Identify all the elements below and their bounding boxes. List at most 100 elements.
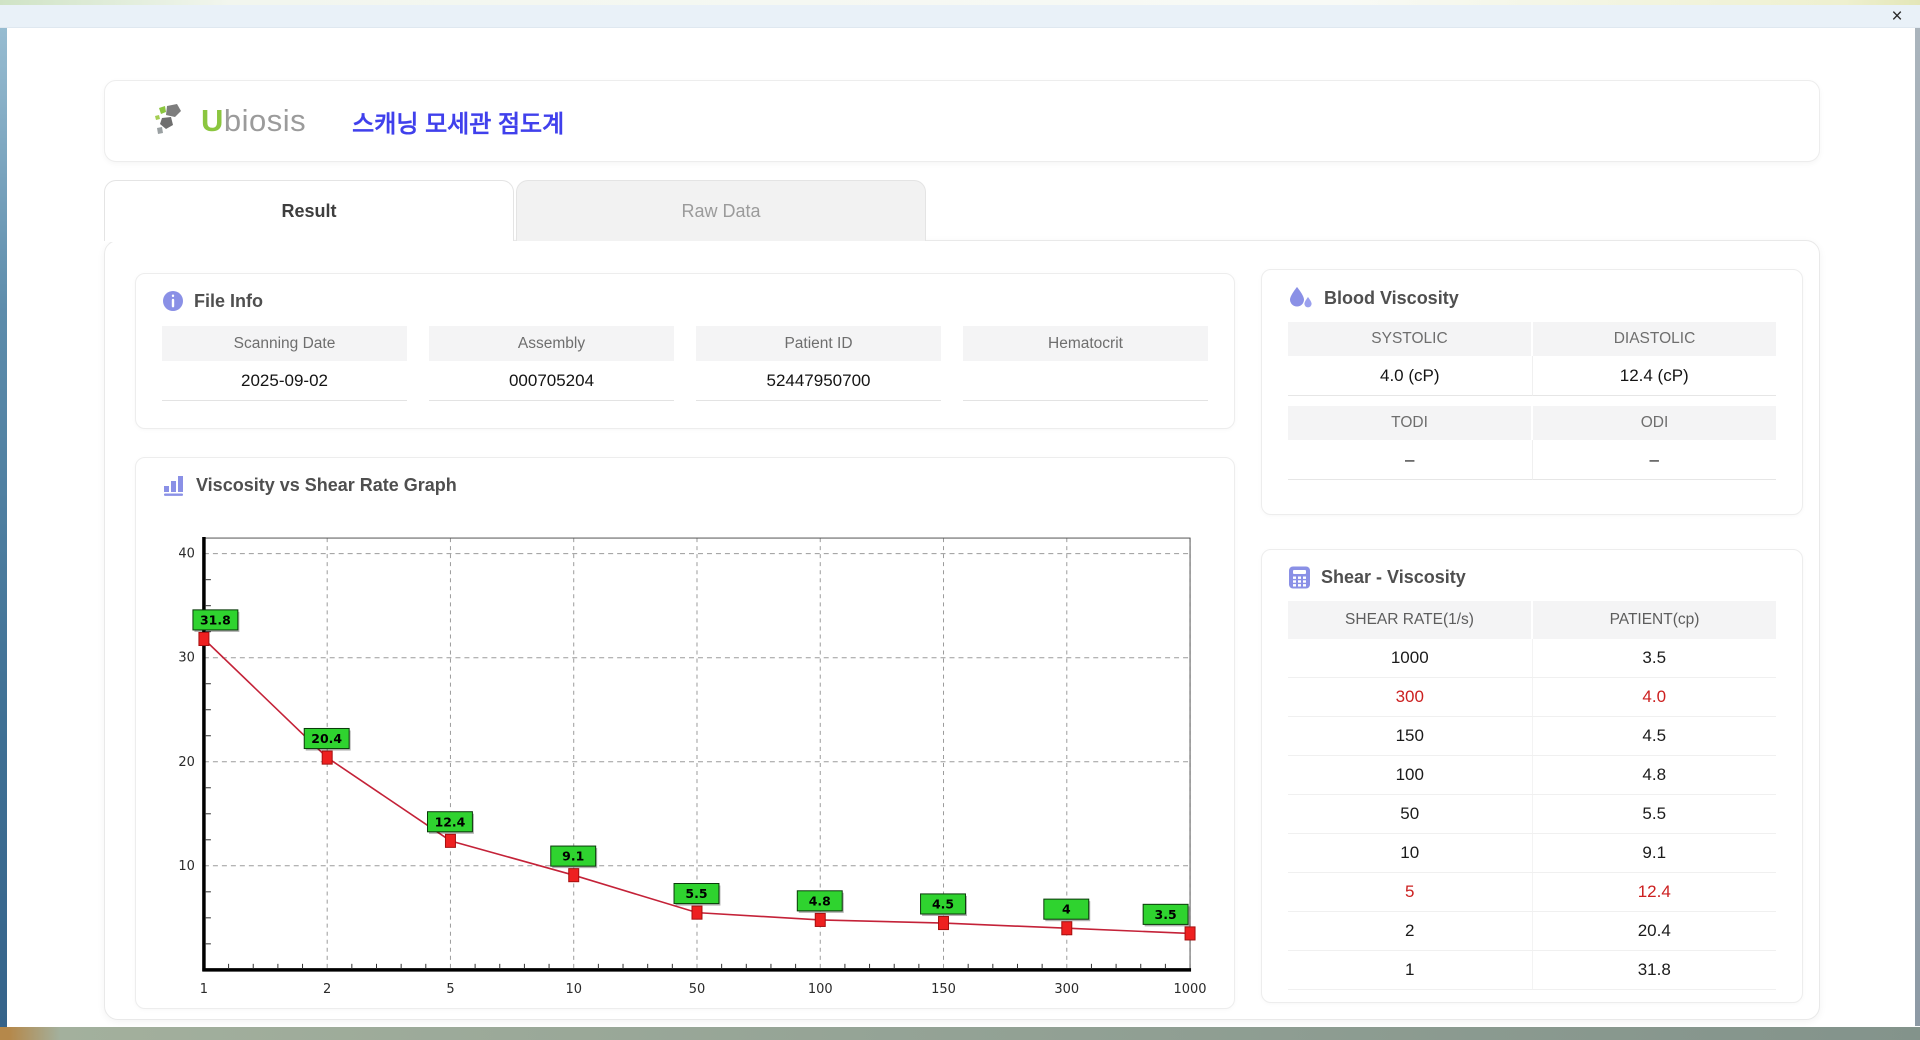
- shear-rate-cell: 1: [1288, 951, 1533, 989]
- shear-rate-cell: 1000: [1288, 639, 1533, 677]
- table-row: 2 20.4: [1288, 912, 1776, 951]
- diastolic-header: DIASTOLIC: [1533, 322, 1776, 356]
- brand-text: Ubiosis: [201, 103, 307, 138]
- svg-text:4.5: 4.5: [932, 896, 954, 911]
- systolic-value: 4.0 (cP): [1288, 356, 1533, 396]
- field-scanning-date: Scanning Date 2025-09-02: [162, 326, 407, 401]
- shear-viscosity-panel: Shear - Viscosity SHEAR RATE(1/s) PATIEN…: [1261, 549, 1803, 1003]
- patient-cell: 9.1: [1642, 843, 1667, 862]
- field-assembly: Assembly 000705204: [429, 326, 674, 401]
- patient-cell: 3.5: [1642, 648, 1667, 667]
- systolic-header: SYSTOLIC: [1288, 322, 1533, 356]
- desktop-edge-right: [1915, 28, 1920, 1026]
- field-value: [963, 361, 1208, 401]
- table-row: 5 12.4: [1288, 873, 1776, 912]
- field-label: Assembly: [429, 326, 674, 361]
- table-row: 100 4.8: [1288, 756, 1776, 795]
- svg-text:31.8: 31.8: [200, 612, 231, 627]
- svg-text:50: 50: [689, 982, 705, 997]
- blood-viscosity-panel: Blood Viscosity SYSTOLIC DIASTOLIC 4.0 (…: [1261, 269, 1803, 515]
- svg-text:12.4: 12.4: [435, 814, 466, 829]
- blood-viscosity-title: Blood Viscosity: [1324, 287, 1459, 308]
- field-label: Hematocrit: [963, 326, 1208, 361]
- patient-cell: 4.0: [1642, 687, 1667, 706]
- table-row: 10 9.1: [1288, 834, 1776, 873]
- table-row: 150 4.5: [1288, 717, 1776, 756]
- svg-text:20: 20: [178, 755, 194, 770]
- app-window: Ubiosis 스캐닝 모세관 점도계 Result Raw Data File…: [7, 28, 1915, 1027]
- field-value: 52447950700: [696, 361, 941, 401]
- patient-cell: 4.8: [1642, 765, 1667, 784]
- shear-rate-cell: 50: [1288, 795, 1533, 833]
- field-value: 2025-09-02: [162, 361, 407, 401]
- odi-header: ODI: [1533, 406, 1776, 440]
- calculator-icon: [1288, 566, 1311, 589]
- app-title: 스캐닝 모세관 점도계: [352, 110, 565, 138]
- main-content: File Info Scanning Date 2025-09-02 Assem…: [104, 240, 1820, 1020]
- patient-cell: 12.4: [1637, 882, 1671, 901]
- ubiosis-logo-icon: [153, 102, 193, 140]
- tab-bar: Result Raw Data: [104, 180, 926, 242]
- table-row: 1000 3.5: [1288, 639, 1776, 678]
- shear-rate-cell: 10: [1288, 834, 1533, 872]
- shear-viscosity-table: SHEAR RATE(1/s) PATIENT(cp) 1000 3.5 300 4.…: [1288, 601, 1776, 990]
- svg-text:1: 1: [200, 982, 208, 997]
- field-value: 000705204: [429, 361, 674, 401]
- close-icon[interactable]: ×: [1880, 5, 1914, 27]
- window-titlebar: ×: [0, 5, 1920, 28]
- info-icon: [162, 290, 184, 312]
- desktop-edge-left: [0, 5, 7, 1027]
- svg-text:30: 30: [178, 651, 194, 666]
- table-row: 50 5.5: [1288, 795, 1776, 834]
- svg-text:10: 10: [178, 859, 194, 874]
- patient-cell: 20.4: [1637, 921, 1671, 940]
- file-info-fields: Scanning Date 2025-09-02 Assembly 000705…: [162, 326, 1208, 401]
- viscosity-chart: 10 20 30 40 1 2 5 10 50 100 150 300 1000 31.8 20.4 12.4…: [162, 524, 1218, 1004]
- field-hematocrit: Hematocrit: [963, 326, 1208, 401]
- blood-drop-icon: [1288, 286, 1314, 310]
- svg-text:4.8: 4.8: [809, 893, 831, 908]
- svg-text:40: 40: [178, 547, 194, 562]
- patient-cell: 5.5: [1642, 804, 1667, 823]
- table-row: 300 4.0: [1288, 678, 1776, 717]
- svg-text:1000: 1000: [1174, 982, 1207, 997]
- patient-cell: 4.5: [1642, 726, 1667, 745]
- tab-result[interactable]: Result: [104, 180, 514, 242]
- svg-text:2: 2: [323, 982, 331, 997]
- file-info-title: File Info: [194, 290, 263, 311]
- patient-column-header: PATIENT(cp): [1533, 601, 1776, 639]
- tab-raw-data[interactable]: Raw Data: [516, 180, 926, 241]
- svg-text:4: 4: [1062, 902, 1071, 917]
- svg-text:3.5: 3.5: [1155, 907, 1177, 922]
- shear-rate-cell: 150: [1288, 717, 1533, 755]
- svg-text:150: 150: [931, 982, 956, 997]
- shear-rate-column-header: SHEAR RATE(1/s): [1288, 601, 1533, 639]
- file-info-panel: File Info Scanning Date 2025-09-02 Assem…: [135, 273, 1235, 429]
- shear-rate-cell: 100: [1288, 756, 1533, 794]
- blood-viscosity-table: SYSTOLIC DIASTOLIC 4.0 (cP) 12.4 (cP) TO…: [1288, 322, 1776, 480]
- table-row: 1 31.8: [1288, 951, 1776, 990]
- svg-text:100: 100: [808, 982, 833, 997]
- shear-rate-cell: 300: [1288, 678, 1533, 716]
- shear-rate-cell: 2: [1288, 912, 1533, 950]
- header: Ubiosis 스캐닝 모세관 점도계: [104, 80, 1820, 162]
- graph-title: Viscosity vs Shear Rate Graph: [196, 474, 457, 495]
- svg-text:20.4: 20.4: [311, 731, 342, 746]
- todi-value: –: [1288, 440, 1533, 480]
- svg-text:5: 5: [446, 982, 454, 997]
- svg-text:5.5: 5.5: [685, 886, 707, 901]
- odi-value: –: [1532, 440, 1776, 480]
- field-label: Scanning Date: [162, 326, 407, 361]
- diastolic-value: 12.4 (cP): [1532, 356, 1776, 396]
- brand: Ubiosis: [153, 102, 306, 140]
- shear-viscosity-title: Shear - Viscosity: [1321, 567, 1466, 587]
- svg-text:300: 300: [1054, 982, 1079, 997]
- shear-rate-cell: 5: [1288, 873, 1533, 911]
- todi-header: TODI: [1288, 406, 1533, 440]
- field-label: Patient ID: [696, 326, 941, 361]
- graph-panel: Viscosity vs Shear Rate Graph 10 20 30 40 1 2…: [135, 457, 1235, 1009]
- patient-cell: 31.8: [1637, 960, 1671, 979]
- desktop-edge-bottom: [0, 1027, 1920, 1040]
- field-patient-id: Patient ID 52447950700: [696, 326, 941, 401]
- bar-chart-icon: [162, 474, 186, 496]
